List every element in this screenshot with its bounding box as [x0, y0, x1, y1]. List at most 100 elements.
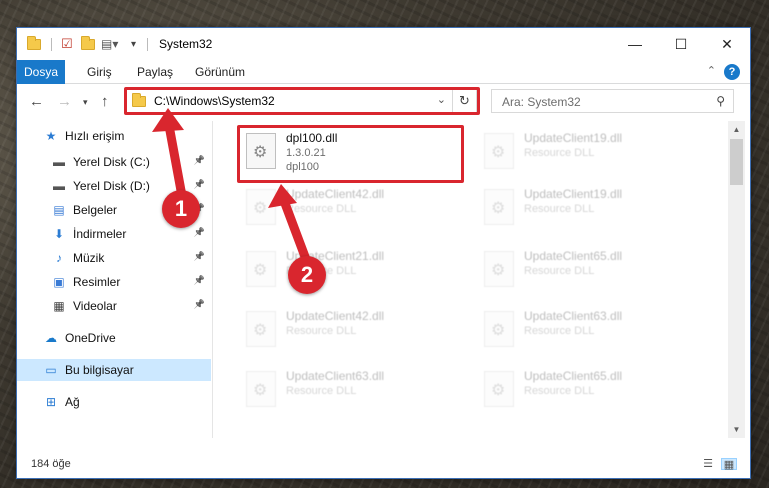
dll-file-icon [484, 311, 514, 347]
explorer-window: ☑ ▤▾ ▾ System32 — ☐ ✕ Dosya Giriş Paylaş… [16, 27, 751, 479]
ribbon-tabs: Dosya Giriş Paylaş Görünüm ⌃ ? [17, 60, 750, 84]
divider [147, 38, 148, 51]
window-title: System32 [159, 37, 213, 51]
file-name: UpdateClient63.dll [524, 309, 623, 323]
properties-icon[interactable]: ☑ [61, 36, 73, 52]
sidebar-item-label: Belgeler [73, 203, 118, 217]
minimize-icon[interactable]: — [612, 28, 658, 60]
file-item[interactable]: UpdateClient65.dll Resource DLL [476, 245, 706, 301]
sidebar-item-label: İndirmeler [73, 227, 127, 241]
pictures-icon: ▣ [53, 275, 65, 289]
vertical-scrollbar[interactable]: ▲ ▼ [728, 121, 745, 438]
quick-access-dropdown-icon[interactable]: ▾ [131, 36, 136, 52]
file-description: Resource DLL [286, 203, 357, 215]
file-name: UpdateClient42.dll [286, 187, 385, 201]
sidebar-item-label: Yerel Disk (D:) [73, 179, 150, 193]
star-icon: ★ [45, 129, 57, 143]
status-bar: 184 öğe ☰ ▦ [17, 450, 750, 478]
file-item[interactable]: UpdateClient65.dll Resource DLL [476, 365, 706, 421]
music-icon: ♪ [56, 251, 62, 265]
file-description: Resource DLL [286, 385, 357, 397]
file-item[interactable]: UpdateClient63.dll Resource DLL [238, 365, 468, 421]
chevron-up-icon[interactable]: ⌃ [707, 64, 716, 77]
step-badge-2: 2 [288, 256, 326, 294]
search-input[interactable]: Ara: System32 ⚲ [491, 89, 734, 113]
tab-file[interactable]: Dosya [17, 60, 65, 84]
file-item[interactable]: UpdateClient42.dll Resource DLL [238, 305, 468, 361]
sidebar-item[interactable]: ☁ OneDrive [17, 327, 211, 349]
dll-file-icon [484, 133, 514, 169]
up-arrow-icon[interactable]: ↑ [101, 93, 109, 110]
sidebar-item[interactable]: ▭ Bu bilgisayar [17, 359, 211, 381]
file-description: Resource DLL [524, 147, 595, 159]
sidebar-item-label: OneDrive [65, 331, 116, 345]
file-name: UpdateClient19.dll [524, 131, 623, 145]
search-icon[interactable]: ⚲ [716, 94, 725, 108]
sidebar-item[interactable]: ⊞ Ağ [17, 391, 211, 413]
search-placeholder: Ara: System32 [502, 95, 581, 109]
scroll-thumb[interactable] [730, 139, 743, 185]
file-name: UpdateClient63.dll [286, 369, 385, 383]
file-description: Resource DLL [286, 325, 357, 337]
dll-file-icon [246, 371, 276, 407]
drive-icon: ▬ [53, 179, 65, 193]
sidebar-item[interactable]: ▦ Videolar 📌 [17, 295, 211, 317]
dll-file-icon [246, 189, 276, 225]
file-description: Resource DLL [524, 203, 595, 215]
file-item[interactable]: UpdateClient42.dll Resource DLL [238, 183, 468, 239]
pin-icon: 📌 [193, 155, 205, 165]
sidebar-item[interactable]: ★ Hızlı erişim [17, 125, 211, 147]
address-row: ← → ▾ ↑ C:\Windows\System32 ⌄ ↻ Ara: Sys… [17, 85, 750, 119]
scroll-up-icon[interactable]: ▲ [728, 121, 745, 138]
file-item[interactable]: UpdateClient21.dllResource DLL [238, 245, 468, 301]
file-item[interactable]: UpdateClient19.dll Resource DLL [476, 183, 706, 239]
tab-home[interactable]: Giriş [79, 60, 120, 84]
dll-file-icon [484, 371, 514, 407]
address-highlight [124, 87, 480, 115]
close-icon[interactable]: ✕ [704, 28, 750, 60]
videos-icon: ▦ [53, 299, 65, 313]
tab-view[interactable]: Görünüm [187, 60, 253, 84]
documents-icon: ▤ [53, 203, 65, 217]
divider [51, 38, 52, 51]
pin-icon: 📌 [193, 179, 205, 189]
tiles-view-icon[interactable]: ▦ [721, 458, 737, 471]
tab-share[interactable]: Paylaş [129, 60, 181, 84]
file-description: Resource DLL [524, 325, 595, 337]
new-folder-icon[interactable] [81, 35, 95, 52]
sidebar-item[interactable]: ♪ Müzik 📌 [17, 247, 211, 269]
sidebar-item[interactable]: ▣ Resimler 📌 [17, 271, 211, 293]
forward-arrow-icon[interactable]: → [57, 93, 72, 110]
sidebar-item-label: Yerel Disk (C:) [73, 155, 150, 169]
dll-file-icon [246, 311, 276, 347]
sidebar-item-label: Hızlı erişim [65, 129, 125, 143]
folder-icon [27, 35, 41, 52]
download-icon: ⬇ [53, 227, 65, 241]
scroll-down-icon[interactable]: ▼ [728, 421, 745, 438]
file-item[interactable]: UpdateClient63.dll Resource DLL [476, 305, 706, 361]
network-icon: ⊞ [45, 395, 57, 409]
pin-icon: 📌 [193, 227, 205, 237]
back-arrow-icon[interactable]: ← [29, 93, 44, 110]
file-description: Resource DLL [524, 385, 595, 397]
file-item[interactable]: UpdateClient19.dll Resource DLL [476, 127, 706, 183]
sidebar-item-label: Bu bilgisayar [65, 363, 134, 377]
title-bar: ☑ ▤▾ ▾ System32 — ☐ ✕ [17, 28, 750, 60]
sidebar-item-label: Müzik [73, 251, 105, 265]
customize-icon[interactable]: ▤▾ [101, 36, 118, 52]
help-icon[interactable]: ? [724, 64, 740, 80]
pin-icon: 📌 [193, 251, 205, 261]
maximize-icon[interactable]: ☐ [658, 28, 704, 60]
file-name: UpdateClient65.dll [524, 249, 623, 263]
file-name: UpdateClient65.dll [524, 369, 623, 383]
step-badge-1: 1 [162, 190, 200, 228]
pin-icon: 📌 [193, 275, 205, 285]
file-description: Resource DLL [524, 265, 595, 277]
details-view-icon[interactable]: ☰ [700, 458, 716, 470]
file-highlight [237, 125, 464, 183]
dll-file-icon [484, 189, 514, 225]
recent-dropdown-icon[interactable]: ▾ [83, 97, 88, 108]
navigation-pane: ★ Hızlı erişim ▬ Yerel Disk (C:) 📌 ▬ Yerel Dis… [17, 121, 213, 438]
sidebar-item[interactable]: ▬ Yerel Disk (C:) 📌 [17, 151, 211, 173]
drive-icon: ▬ [53, 155, 65, 169]
